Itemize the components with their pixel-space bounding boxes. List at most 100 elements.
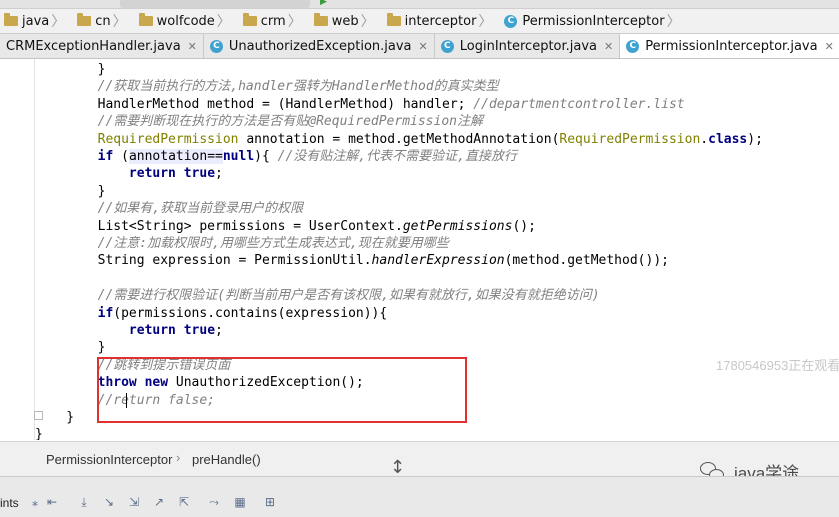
run-config-selector[interactable] [120,0,310,8]
editor-tabs: CRMExceptionHandler.java ✕ C UnauthorizedE… [0,34,839,59]
drop-frame-icon[interactable]: ⇱ [176,494,192,510]
code-line[interactable]: } [35,61,106,78]
code-line[interactable]: //如果有,获取当前登录用户的权限 [35,200,303,217]
nav-crumb-wolfcode[interactable]: wolfcode 〉 [135,9,239,33]
code-token: getPermissions [402,218,513,234]
folder-icon [77,13,92,26]
code-token: ( [113,149,129,164]
code-line[interactable]: List<String> permissions = UserContext.g… [35,218,536,235]
code-token: //需要进行权限验证(判断当前用户是否有该权限,如果有就放行,如果没有就拒绝访问… [35,288,600,304]
code-token: annotation = method.getMethodAnnotation( [238,131,560,147]
close-icon[interactable]: ✕ [188,40,197,53]
pin-icon[interactable]: ⁎ [27,494,43,510]
folder-icon [313,13,328,26]
nav-crumb-class[interactable]: C PermissionInterceptor 〉 [500,9,688,33]
code-token: //没有贴注解,代表不需要验证,直接放行 [277,149,517,164]
code-token: return true [128,166,216,182]
code-token: (method.getMethod()); [504,253,669,269]
nav-crumb-cn[interactable]: cn 〉 [73,9,134,33]
code-token: //需要判断现在执行的方法是否有贴 [35,114,309,130]
code-line[interactable]: } [35,339,106,356]
code-token: 注解 [457,114,484,130]
code-token: //注意:加载权限时,用哪些方式生成表达式,现在就要用哪些 [35,236,449,251]
align-left-icon[interactable]: ⇤ [44,494,60,510]
code-token: } [35,62,106,77]
code-token: ; [215,323,223,338]
code-line[interactable]: } [35,426,43,440]
restore-layout-icon[interactable]: ⊞ [262,494,278,510]
class-icon: C [209,39,223,53]
code-token: class [708,131,748,147]
tool-window-label[interactable]: ints [0,496,19,510]
code-line[interactable]: //注意:加载权限时,用哪些方式生成表达式,现在就要用哪些 [35,235,449,252]
code-line[interactable]: return true; [35,322,223,339]
code-line[interactable]: //需要进行权限验证(判断当前用户是否有该权限,如果有就放行,如果没有就拒绝访问… [35,287,600,304]
code-token: RequiredPermission [35,131,239,147]
code-token: (permissions.contains(expression)){ [113,305,388,321]
code-token: //如果有,获取当前登录用户的权限 [35,201,304,217]
class-icon: C [626,39,640,53]
run-to-cursor-icon[interactable]: ⤳ [206,494,222,510]
close-icon[interactable]: ✕ [825,40,834,53]
code-token: } [35,427,43,440]
evaluate-icon[interactable]: ▦ [232,494,248,510]
tab-logininterceptor[interactable]: C LoginInterceptor.java ✕ [435,34,621,58]
code-token: //获取当前执行的方法, [35,79,239,95]
step-out-icon[interactable]: ↗ [151,494,167,510]
code-token: ; [215,166,223,182]
main-toolbar-strip: ▶ [0,0,839,9]
code-token: ){ [254,149,278,164]
code-line[interactable]: HandlerMethod method = (HandlerMethod) h… [35,96,685,113]
tab-permissioninterceptor[interactable]: C PermissionInterceptor.java ✕ [620,34,839,58]
code-line[interactable]: } [35,409,74,426]
code-token: 强转为 [292,79,332,95]
tab-unauthorizedexception[interactable]: C UnauthorizedException.java ✕ [204,34,435,58]
code-token: handler [238,79,293,95]
code-token: null [222,149,255,164]
code-token: handlerExpression [371,253,505,269]
folder-icon [386,13,401,26]
step-into-icon[interactable]: ↘ [101,494,117,510]
folder-icon [138,13,153,26]
code-token: return true [128,323,216,338]
breadcrumb-class[interactable]: PermissionInterceptor [46,452,172,467]
code-line[interactable]: RequiredPermission annotation = method.g… [35,131,763,148]
nav-crumb-crm[interactable]: crm 〉 [239,9,310,33]
code-line[interactable]: //需要判断现在执行的方法是否有贴@RequiredPermission注解 [35,113,483,130]
run-icon[interactable]: ▶ [320,0,328,7]
code-line[interactable]: if (annotation==null){ //没有贴注解,代表不需要验证,直… [35,148,517,165]
editor-gutter[interactable] [0,59,34,440]
code-token: List<String> permissions = UserContext. [35,218,403,234]
class-icon: C [504,14,518,28]
close-icon[interactable]: ✕ [419,40,428,53]
folder-icon [242,13,257,26]
code-token: } [35,340,106,356]
code-editor[interactable]: } //获取当前执行的方法,handler强转为HandlerMethod的真实… [0,59,839,440]
step-over-icon[interactable]: ⤓ [76,494,92,510]
code-line[interactable]: //获取当前执行的方法,handler强转为HandlerMethod的真实类型 [35,78,499,95]
nav-crumb-web[interactable]: web 〉 [310,9,383,33]
code-line[interactable]: return true; [35,165,223,182]
code-token: annotation== [128,149,223,164]
tab-crmexceptionhandler[interactable]: CRMExceptionHandler.java ✕ [0,34,204,58]
code-line[interactable]: } [35,183,106,200]
code-token: } [35,183,106,199]
code-token: (); [512,218,536,234]
code-line[interactable]: if(permissions.contains(expression)){ [35,305,388,322]
breadcrumb-method[interactable]: preHandle() [192,452,261,467]
nav-crumb-java[interactable]: java 〉 [0,9,73,33]
folder-icon [4,13,18,26]
nav-crumb-interceptor[interactable]: interceptor 〉 [383,9,501,33]
force-step-into-icon[interactable]: ⇲ [126,494,142,510]
code-line[interactable]: String expression = PermissionUtil.handl… [35,252,669,269]
navigation-bar: java 〉 cn 〉 wolfcode 〉 crm 〉 web 〉 intercepto… [0,9,839,34]
code-token: String expression = PermissionUtil. [35,253,372,269]
class-icon: C [440,39,454,53]
close-icon[interactable]: ✕ [604,40,613,53]
code-token: //departmentcontroller.list [473,96,685,112]
